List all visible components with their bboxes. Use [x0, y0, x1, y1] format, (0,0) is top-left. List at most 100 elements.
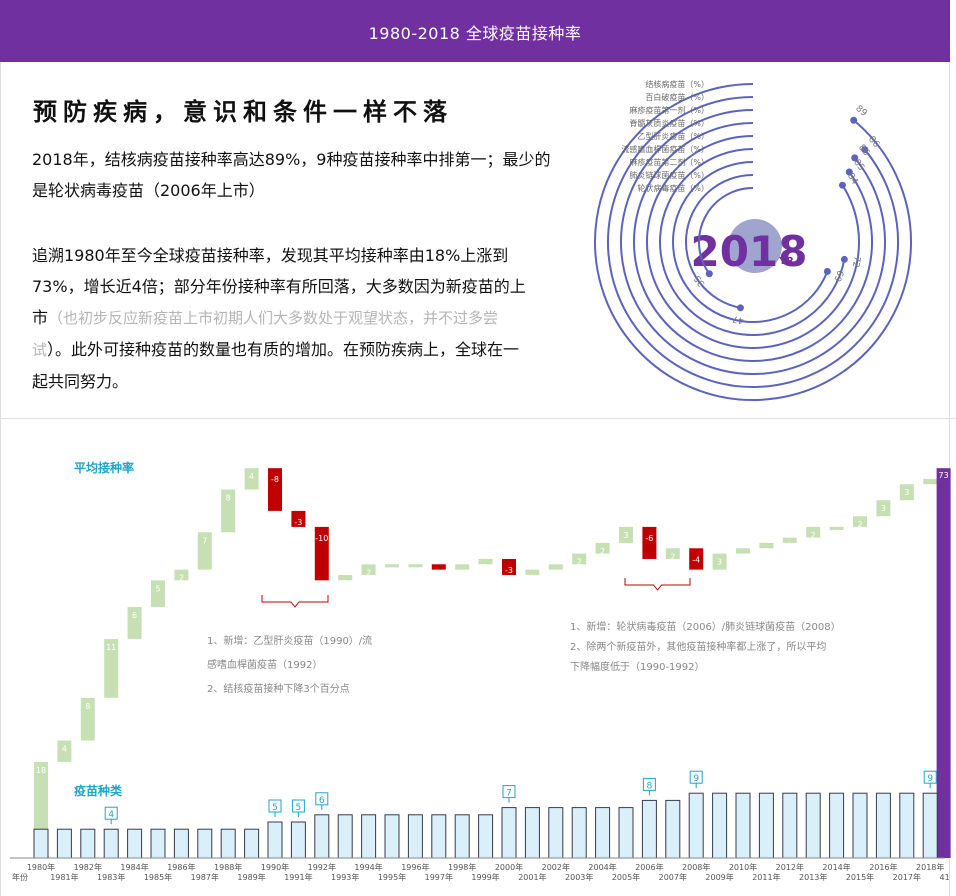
waterfall-value-label: -4 — [692, 555, 700, 564]
vaccine-count-bar — [688, 792, 704, 859]
x-tick-label: 1996年 — [401, 862, 429, 872]
waterfall-value-label: -1 — [435, 571, 443, 580]
waterfall-value-label: 8 — [226, 494, 231, 503]
vaccine-count-bar — [595, 807, 611, 859]
x-tick-label: 1994年 — [354, 862, 382, 872]
total-axis-label: 41 — [940, 873, 950, 882]
annotation-text: 2、结核疫苗接种下降3个百分点 — [207, 682, 350, 695]
waterfall-value-label: 1 — [460, 568, 465, 577]
vaccine-count-bar — [150, 828, 166, 859]
vaccine-count-bar — [197, 828, 213, 859]
vaccine-count-bar — [478, 814, 494, 859]
waterfall-value-label: -3 — [505, 566, 513, 575]
x-tick-label: 1997年 — [425, 872, 453, 882]
x-tick-label: 1991年 — [284, 872, 312, 882]
x-tick-label: 1995年 — [378, 872, 406, 882]
waterfall-value-label: 3 — [904, 488, 909, 497]
vaccine-count-bar — [875, 792, 891, 859]
waterfall-bar — [829, 526, 844, 530]
waterfall-bar — [408, 564, 423, 568]
vaccine-count-label: 7 — [506, 789, 512, 799]
waterfall-value-label: 1 — [740, 552, 745, 561]
x-tick-label: 2005年 — [612, 872, 640, 882]
vaccine-count-bar — [103, 828, 119, 859]
waterfall-value-label: 8 — [85, 702, 90, 711]
vaccine-count-label: 5 — [272, 803, 278, 813]
waterfall-value-label: 2 — [670, 552, 675, 561]
vaccine-count-bar — [314, 814, 330, 859]
x-tick-label: 2012年 — [776, 862, 804, 872]
vaccine-count-bar — [56, 828, 72, 859]
vaccine-count-bar — [852, 792, 868, 859]
x-tick-label: 1987年 — [191, 872, 219, 882]
waterfall-value-label: -6 — [645, 534, 653, 543]
vaccine-count-bar — [290, 821, 306, 859]
annotation-brace — [624, 578, 691, 591]
vaccine-count-bar — [524, 807, 540, 859]
waterfall-value-label: 18 — [36, 766, 46, 775]
waterfall-bar — [431, 564, 446, 570]
waterfall-value-label: 1 — [553, 568, 558, 577]
x-tick-label: 2013年 — [799, 872, 827, 882]
vaccine-count-bar — [244, 828, 260, 859]
x-tick-label: 1998年 — [448, 862, 476, 872]
annotation-text: 1、新增：轮状病毒疫苗（2006）/肺炎链球菌疫苗（2008） — [570, 620, 841, 633]
waterfall-value-label: -3 — [294, 518, 302, 527]
vaccine-count-bar — [267, 821, 283, 859]
waterfall-value-label: 1 — [530, 574, 535, 583]
x-tick-label: 1983年 — [97, 872, 125, 882]
x-tick-label: 2014年 — [822, 862, 850, 872]
vaccine-count-bar — [829, 792, 845, 859]
waterfall-value-label: 3 — [623, 531, 628, 540]
waterfall-title: 平均接种率 — [74, 460, 134, 475]
x-tick-label: 2017年 — [893, 872, 921, 882]
vaccine-count-bar — [712, 792, 728, 859]
x-tick-label: 1986年 — [167, 862, 195, 872]
x-tick-label: 1989年 — [237, 872, 265, 882]
waterfall-value-label: 11 — [106, 643, 116, 652]
vaccine-count-bar — [899, 792, 915, 859]
x-tick-label: 2016年 — [869, 862, 897, 872]
waterfall-value-label: 4 — [249, 472, 254, 481]
x-tick-label: 1985年 — [144, 872, 172, 882]
vaccine-count-bar — [384, 814, 400, 859]
vaccine-count-bar — [758, 792, 774, 859]
x-tick-label: 1999年 — [471, 872, 499, 882]
vaccine-count-bar — [501, 807, 517, 859]
x-tick-label: 1990年 — [261, 862, 289, 872]
waterfall-bar — [642, 526, 657, 559]
x-tick-label: 2011年 — [752, 872, 780, 882]
x-tick-label: 1982年 — [74, 862, 102, 872]
x-tick-label: 1992年 — [308, 862, 336, 872]
x-tick-label: 2006年 — [635, 862, 663, 872]
vaccine-count-bar — [571, 807, 587, 859]
vaccine-count-label: 9 — [693, 774, 699, 784]
waterfall-value-label: 1 — [787, 542, 792, 551]
total-bar — [936, 468, 951, 858]
vaccine-count-label: 4 — [108, 810, 114, 820]
vaccine-count-bar — [407, 814, 423, 859]
vaccine-count-bar — [922, 792, 938, 859]
waterfall-value-label: 2 — [600, 547, 605, 556]
x-tick-label: 1984年 — [120, 862, 148, 872]
vaccination-trend-chart: 平均接种率疫苗种类184811652784 -8-3-1012 -1 11 -31122… — [10, 460, 951, 882]
x-tick-label: 1993年 — [331, 872, 359, 882]
vaccine-count-bar — [361, 814, 377, 859]
waterfall-value-label: 2 — [366, 568, 371, 577]
waterfall-value-label: 3 — [881, 504, 886, 513]
x-tick-label: 2000年 — [495, 862, 523, 872]
x-tick-label: 2004年 — [588, 862, 616, 872]
vaccine-count-bar — [618, 807, 634, 859]
waterfall-value-label: -10 — [315, 534, 328, 543]
x-tick-label: 2010年 — [729, 862, 757, 872]
vaccine-count-bar — [127, 828, 143, 859]
vaccine-count-bar — [805, 792, 821, 859]
x-tick-label: 2003年 — [565, 872, 593, 882]
annotation-text: 2、除两个新疫苗外，其他疫苗接种率都上涨了，所以平均 — [570, 640, 826, 653]
waterfall-value-label: 7 — [202, 536, 207, 545]
waterfall-value-label: 5 — [155, 584, 160, 593]
vaccine-count-bar — [80, 828, 96, 859]
bar-chart-title: 疫苗种类 — [74, 783, 123, 798]
waterfall-value-label: 1 — [928, 483, 933, 492]
waterfall-value-label: 2 — [811, 531, 816, 540]
